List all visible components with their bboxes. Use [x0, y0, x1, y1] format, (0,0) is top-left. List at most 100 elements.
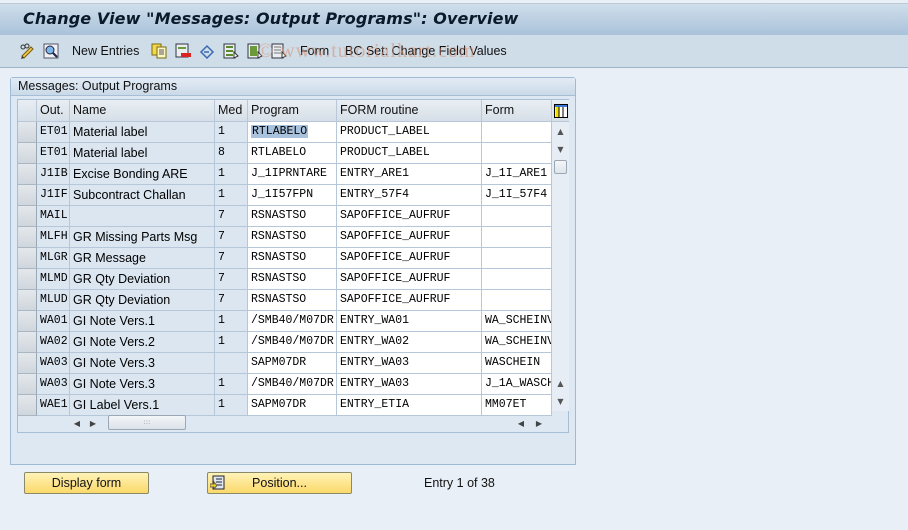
scroll-left-end-button[interactable]: ◀ — [514, 416, 528, 430]
cell-out-text: ET01 — [40, 125, 68, 138]
table-row: J1IB Excise Bonding ARE 1 J_1IPRNTARE ENTRY_… — [18, 164, 552, 185]
scroll-left-button[interactable]: ◀ — [70, 416, 84, 430]
cell-form-routine[interactable]: SAPOFFICE_AUFRUF — [337, 206, 482, 227]
cell-form[interactable]: J_1I_ARE1 — [482, 164, 552, 185]
column-header-form-routine[interactable]: FORM routine — [337, 100, 482, 122]
cell-form-routine[interactable]: PRODUCT_LABEL — [337, 143, 482, 164]
cell-out: WAE1 — [37, 395, 70, 416]
cell-form-routine[interactable]: ENTRY_ARE1 — [337, 164, 482, 185]
cell-form[interactable] — [482, 122, 552, 143]
cell-program[interactable]: RSNASTSO — [248, 206, 337, 227]
row-selector[interactable] — [18, 353, 37, 374]
cell-program[interactable]: RSNASTSO — [248, 227, 337, 248]
cell-form[interactable] — [482, 269, 552, 290]
cell-form-routine[interactable]: SAPOFFICE_AUFRUF — [337, 269, 482, 290]
scroll-right-end-button[interactable]: ▶ — [532, 416, 546, 430]
delete-button[interactable] — [175, 42, 191, 60]
cell-program[interactable]: /SMB40/M07DR — [248, 374, 337, 395]
cell-med: 1 — [215, 311, 248, 332]
cell-program[interactable]: RSNASTSO — [248, 290, 337, 311]
row-selector[interactable] — [18, 164, 37, 185]
cell-name-text: GR Qty Deviation — [73, 293, 171, 307]
cell-program-text: SAPM07DR — [251, 398, 307, 411]
column-header-med[interactable]: Med — [215, 100, 248, 122]
cell-form[interactable] — [482, 206, 552, 227]
cell-program[interactable]: /SMB40/M07DR — [248, 332, 337, 353]
row-selector[interactable] — [18, 290, 37, 311]
horizontal-scrollbar[interactable]: ◀ ▶ ::: ◀ ▶ — [70, 414, 552, 432]
page-up-button[interactable]: ▲ — [554, 376, 567, 390]
cell-program[interactable]: J_1IPRNTARE — [248, 164, 337, 185]
column-header-out[interactable]: Out. — [37, 100, 70, 122]
cell-program[interactable]: RTLABELO — [248, 122, 337, 143]
row-selector[interactable] — [18, 248, 37, 269]
cell-name: GI Note Vers.1 — [70, 311, 215, 332]
find-button[interactable] — [43, 42, 59, 60]
cell-form-routine[interactable]: ENTRY_WA02 — [337, 332, 482, 353]
cell-form[interactable] — [482, 143, 552, 164]
cell-form-routine[interactable]: ENTRY_WA03 — [337, 374, 482, 395]
display-change-button[interactable] — [19, 42, 35, 60]
triangle-down-icon: ▼ — [557, 144, 564, 154]
scroll-right-button[interactable]: ▶ — [86, 416, 100, 430]
column-header-name[interactable]: Name — [70, 100, 215, 122]
cell-form-text: MM07ET — [485, 398, 527, 411]
column-header-program[interactable]: Program — [248, 100, 337, 122]
cell-med: 8 — [215, 143, 248, 164]
scroll-up-button[interactable]: ▲ — [554, 124, 567, 138]
cell-program[interactable]: J_1I57FPN — [248, 185, 337, 206]
cell-form-routine[interactable]: SAPOFFICE_AUFRUF — [337, 227, 482, 248]
row-selector[interactable] — [18, 311, 37, 332]
vertical-scroll-thumb[interactable] — [554, 160, 567, 174]
column-header-form[interactable]: Form — [482, 100, 552, 122]
cell-form-routine[interactable]: ENTRY_WA01 — [337, 311, 482, 332]
select-all-rows-button[interactable] — [18, 100, 37, 122]
row-selector[interactable] — [18, 122, 37, 143]
position-button[interactable]: Position... — [207, 472, 352, 494]
cell-form[interactable] — [482, 248, 552, 269]
vertical-scrollbar[interactable]: ▲ ▼ ▲ ▼ — [552, 122, 569, 411]
cell-program[interactable]: RSNASTSO — [248, 269, 337, 290]
cell-med-text: 8 — [218, 146, 225, 159]
cell-form-routine[interactable]: SAPOFFICE_AUFRUF — [337, 290, 482, 311]
new-entries-button[interactable]: New Entries — [72, 42, 139, 60]
cell-form-routine[interactable]: ENTRY_WA03 — [337, 353, 482, 374]
row-selector[interactable] — [18, 227, 37, 248]
row-selector[interactable] — [18, 395, 37, 416]
horizontal-scroll-thumb[interactable]: ::: — [108, 415, 186, 430]
cell-program[interactable]: /SMB40/M07DR — [248, 311, 337, 332]
cell-form[interactable] — [482, 227, 552, 248]
display-form-button[interactable]: Display form — [24, 472, 149, 494]
cell-form-routine[interactable]: PRODUCT_LABEL — [337, 122, 482, 143]
cell-program[interactable]: RTLABELO — [248, 143, 337, 164]
cell-form[interactable]: WA_SCHEINV — [482, 311, 552, 332]
cell-out-text: MLGR — [40, 251, 68, 264]
cell-form-routine[interactable]: ENTRY_57F4 — [337, 185, 482, 206]
row-selector[interactable] — [18, 374, 37, 395]
row-selector[interactable] — [18, 185, 37, 206]
cell-program[interactable]: SAPM07DR — [248, 395, 337, 416]
select-all-button[interactable] — [223, 42, 239, 60]
undo-change-button[interactable] — [199, 42, 215, 60]
table-settings-button[interactable] — [552, 100, 569, 122]
cell-form[interactable]: WA_SCHEINV — [482, 332, 552, 353]
row-selector[interactable] — [18, 206, 37, 227]
row-selector[interactable] — [18, 269, 37, 290]
row-selector[interactable] — [18, 143, 37, 164]
cell-form-routine[interactable]: ENTRY_ETIA — [337, 395, 482, 416]
cell-form[interactable]: J_1A_WASCH — [482, 374, 552, 395]
cell-form[interactable]: WASCHEIN — [482, 353, 552, 374]
cell-form-routine-text: ENTRY_ARE1 — [340, 167, 410, 180]
scroll-down-button[interactable]: ▼ — [554, 142, 567, 156]
page-down-button[interactable]: ▼ — [554, 394, 567, 408]
copy-as-button[interactable] — [151, 42, 167, 60]
cell-form[interactable]: MM07ET — [482, 395, 552, 416]
cell-program[interactable]: SAPM07DR — [248, 353, 337, 374]
cell-program[interactable]: RSNASTSO — [248, 248, 337, 269]
select-all-icon — [223, 43, 239, 59]
cell-form[interactable] — [482, 290, 552, 311]
cell-name: Material label — [70, 143, 215, 164]
cell-form[interactable]: J_1I_57F4 — [482, 185, 552, 206]
cell-form-routine[interactable]: SAPOFFICE_AUFRUF — [337, 248, 482, 269]
row-selector[interactable] — [18, 332, 37, 353]
